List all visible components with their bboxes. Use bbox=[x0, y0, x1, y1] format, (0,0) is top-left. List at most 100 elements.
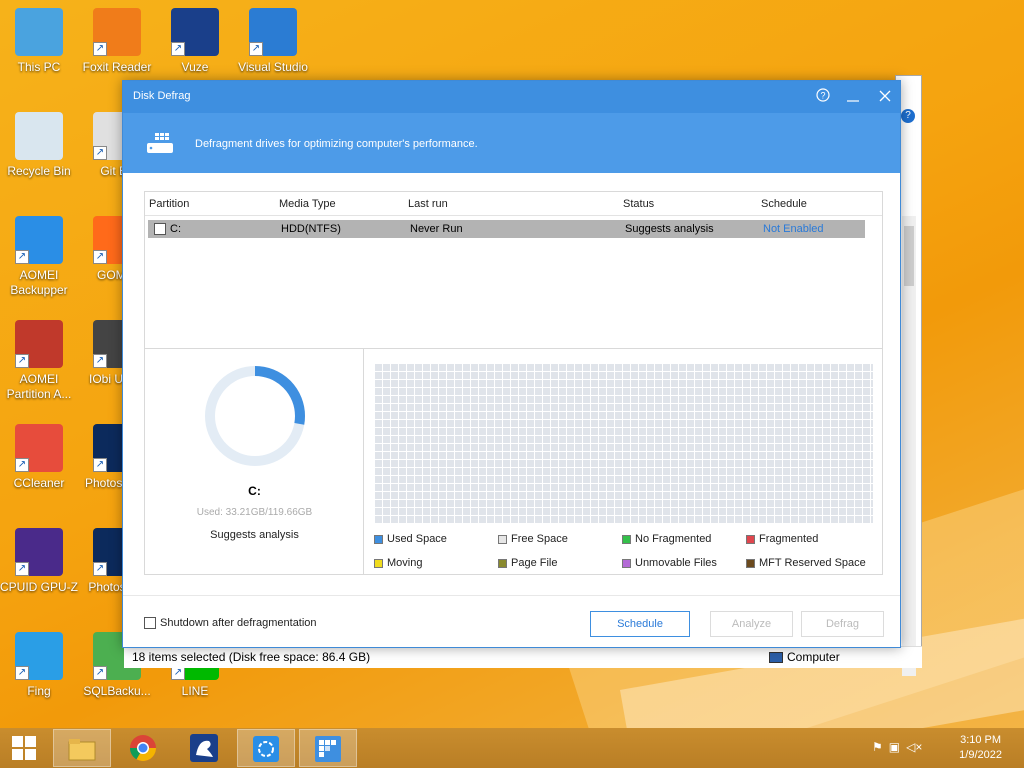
legend-swatch bbox=[622, 558, 631, 568]
shortcut-arrow-icon: ↗ bbox=[15, 250, 29, 264]
taskbar-disk-defrag[interactable] bbox=[299, 729, 357, 767]
legend-label: MFT Reserved Space bbox=[759, 557, 866, 569]
legend-label: Used Space bbox=[387, 533, 447, 545]
legend-label: Free Space bbox=[511, 533, 568, 545]
usage-ring bbox=[205, 366, 305, 466]
shortcut-arrow-icon: ↗ bbox=[171, 42, 185, 56]
taskbar-vuze[interactable] bbox=[175, 729, 233, 767]
help-icon[interactable]: ? bbox=[813, 87, 833, 107]
shortcut-arrow-icon: ↗ bbox=[93, 354, 107, 368]
dialog-banner: Defragment drives for optimizing compute… bbox=[123, 113, 900, 173]
desktop-icon-label: SQLBacku... bbox=[83, 684, 151, 698]
table-row[interactable]: C: HDD(NTFS) Never Run Suggests analysis… bbox=[148, 220, 865, 238]
dialog-titlebar[interactable]: Disk Defrag ? bbox=[123, 81, 900, 113]
cluster-map bbox=[374, 363, 873, 523]
legend-swatch bbox=[374, 558, 383, 568]
column-header-last-run[interactable]: Last run bbox=[408, 198, 448, 210]
desktop-icon[interactable]: ↗ Vuze bbox=[156, 8, 234, 75]
column-header-partition[interactable]: Partition bbox=[149, 198, 189, 210]
frog-icon: ↗ bbox=[171, 8, 219, 56]
column-header-schedule[interactable]: Schedule bbox=[761, 198, 807, 210]
frog-icon bbox=[190, 734, 218, 762]
taskbar-clock[interactable]: 3:10 PM 1/9/2022 bbox=[959, 733, 1002, 763]
desktop-icon-label: Recycle Bin bbox=[7, 164, 71, 178]
shutdown-label: Shutdown after defragmentation bbox=[160, 617, 317, 629]
desktop-icon[interactable]: This PC bbox=[0, 8, 78, 75]
ccleaner-icon: ↗ bbox=[15, 424, 63, 472]
close-button[interactable] bbox=[875, 87, 895, 107]
taskbar-aomei[interactable] bbox=[237, 729, 295, 767]
shortcut-arrow-icon: ↗ bbox=[93, 250, 107, 264]
analyze-button[interactable]: Analyze bbox=[710, 611, 793, 637]
cell-media-type: HDD(NTFS) bbox=[281, 223, 341, 235]
shortcut-arrow-icon: ↗ bbox=[171, 666, 185, 680]
taskbar-chrome[interactable] bbox=[114, 729, 172, 767]
shutdown-checkbox[interactable] bbox=[144, 617, 156, 629]
cell-partition: C: bbox=[170, 223, 181, 235]
gpu-icon: ↗ bbox=[15, 528, 63, 576]
dialog-title: Disk Defrag bbox=[133, 90, 191, 102]
status-selection-text: 18 items selected (Disk free space: 86.4… bbox=[132, 650, 371, 664]
computer-icon bbox=[769, 651, 783, 663]
legend-label: No Fragmented bbox=[635, 533, 712, 545]
shortcut-arrow-icon: ↗ bbox=[249, 42, 263, 56]
legend-label: Page File bbox=[511, 557, 558, 569]
desktop-icon-label: LINE bbox=[181, 684, 209, 698]
legend-item: Page File bbox=[498, 557, 557, 569]
status-location-label: Computer bbox=[787, 650, 840, 664]
schedule-button[interactable]: Schedule bbox=[590, 611, 690, 637]
desktop-icon[interactable]: ↗ CCleaner bbox=[0, 424, 78, 491]
clock-date: 1/9/2022 bbox=[959, 749, 1002, 761]
partition-checkbox[interactable] bbox=[154, 223, 166, 235]
chrome-icon bbox=[129, 735, 157, 762]
desktop-icon[interactable]: ↗ AOMEI Backupper bbox=[0, 216, 78, 298]
action-center-icon[interactable]: ⚑ bbox=[872, 740, 883, 754]
cell-last-run: Never Run bbox=[410, 223, 463, 235]
drive-detail-panel: C: Used: 33.21GB/119.66GB Suggests analy… bbox=[144, 349, 883, 575]
partition-table: Partition Media Type Last run Status Sch… bbox=[144, 191, 883, 349]
drive-status: Suggests analysis bbox=[210, 529, 299, 541]
column-header-status[interactable]: Status bbox=[623, 198, 654, 210]
start-button[interactable] bbox=[0, 729, 48, 767]
legend-item: Free Space bbox=[498, 533, 568, 545]
legend-item: MFT Reserved Space bbox=[746, 557, 866, 569]
desktop-icon[interactable]: ↗ Foxit Reader bbox=[78, 8, 156, 75]
pdf-icon: ↗ bbox=[93, 8, 141, 56]
network-icon[interactable]: ▣ bbox=[889, 740, 900, 754]
shortcut-arrow-icon: ↗ bbox=[93, 42, 107, 56]
scrollbar-thumb[interactable] bbox=[904, 226, 914, 286]
shutdown-option[interactable]: Shutdown after defragmentation bbox=[144, 617, 317, 629]
legend-item: Unmovable Files bbox=[622, 557, 717, 569]
desktop-icon-label: AOMEI Partition A... bbox=[6, 372, 72, 401]
divider bbox=[123, 595, 900, 596]
column-header-media-type[interactable]: Media Type bbox=[279, 198, 336, 210]
desktop-icon-label: AOMEI Backupper bbox=[10, 268, 68, 297]
disk-defrag-icon bbox=[147, 133, 173, 153]
minimize-button[interactable] bbox=[843, 87, 863, 107]
disk-defrag-icon bbox=[315, 736, 341, 762]
clock-time: 3:10 PM bbox=[960, 734, 1002, 746]
desktop-icon[interactable]: ↗ Fing bbox=[0, 632, 78, 699]
volume-muted-icon[interactable]: ◁× bbox=[906, 740, 922, 754]
desktop-icon[interactable]: Recycle Bin bbox=[0, 112, 78, 179]
windows-logo-icon bbox=[12, 736, 36, 760]
desktop-icon-label: Visual Studio bbox=[238, 60, 308, 74]
computer-icon bbox=[15, 8, 63, 56]
folder-icon bbox=[68, 739, 96, 761]
desktop-icon[interactable]: ↗ AOMEI Partition A... bbox=[0, 320, 78, 402]
help-icon[interactable]: ? bbox=[901, 109, 915, 123]
desktop-icon[interactable]: ↗ CPUID GPU-Z bbox=[0, 528, 78, 595]
shortcut-arrow-icon: ↗ bbox=[15, 562, 29, 576]
close-icon bbox=[879, 90, 891, 102]
taskbar-file-explorer[interactable] bbox=[53, 729, 111, 767]
legend-swatch bbox=[746, 558, 755, 568]
legend-label: Moving bbox=[387, 557, 423, 569]
desktop-icon[interactable]: ↗ Visual Studio bbox=[234, 8, 312, 75]
defrag-button[interactable]: Defrag bbox=[801, 611, 884, 637]
desktop-icon-label: This PC bbox=[17, 60, 61, 74]
table-header: Partition Media Type Last run Status Sch… bbox=[145, 192, 882, 216]
legend-item: Fragmented bbox=[746, 533, 818, 545]
disk-defrag-dialog: Disk Defrag ? Defragment drives for opti… bbox=[122, 80, 901, 648]
schedule-link[interactable]: Not Enabled bbox=[763, 223, 824, 235]
drive-summary: C: Used: 33.21GB/119.66GB Suggests analy… bbox=[145, 349, 364, 575]
